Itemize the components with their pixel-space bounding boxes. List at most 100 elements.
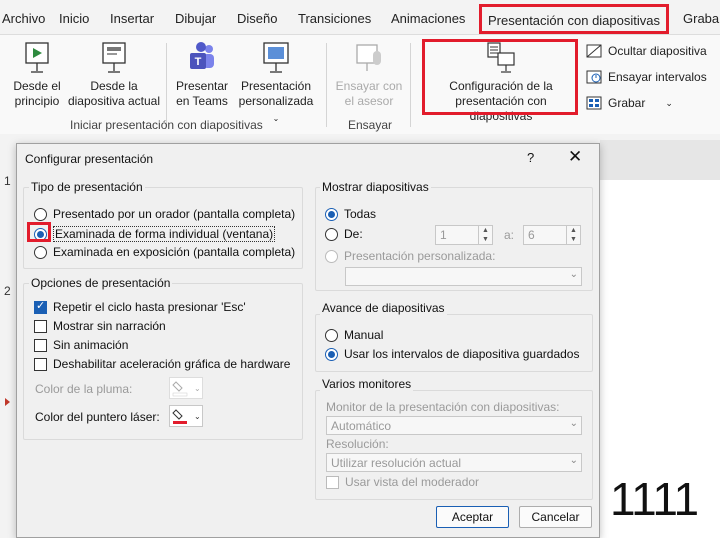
loop-checkbox[interactable]: Repetir el ciclo hasta presionar 'Esc' xyxy=(34,299,246,314)
type-kiosk-radio[interactable]: Examinada en exposición (pantalla comple… xyxy=(34,245,295,259)
tab-insertar[interactable]: Insertar xyxy=(110,11,154,26)
custom-show-label: Presentación personalizada: xyxy=(344,249,496,263)
no-animation-label: Sin animación xyxy=(53,338,129,352)
monitor-label: Monitor de la presentación con diapositi… xyxy=(326,400,560,414)
teams-label-1: Presentar xyxy=(175,79,229,93)
stepper-arrows-icon[interactable]: ▲ ▼ xyxy=(566,226,580,244)
hide-slide-icon xyxy=(586,44,602,58)
radio-icon xyxy=(325,328,338,342)
rehearse-timings-label: Ensayar intervalos xyxy=(608,70,707,84)
type-individual-radio[interactable]: Examinada de forma individual (ventana) xyxy=(34,226,276,242)
pen-color-icon: ⌄ xyxy=(172,381,201,397)
rehearse-coach-label-1: Ensayar con xyxy=(335,79,403,93)
help-button[interactable]: ? xyxy=(527,150,534,165)
ok-button[interactable]: Aceptar xyxy=(436,506,509,528)
custom-show-button[interactable]: Presentación personalizada ⌄ xyxy=(236,41,316,126)
powerpoint-window: Archivo Inicio Insertar Dibujar Diseño T… xyxy=(0,0,720,538)
tab-diseno[interactable]: Diseño xyxy=(237,11,277,26)
hide-slide-label: Ocultar diapositiva xyxy=(608,44,707,58)
radio-icon xyxy=(325,227,338,241)
teams-icon: T xyxy=(190,42,214,69)
dialog-title: Configurar presentación xyxy=(25,152,154,166)
type-kiosk-label: Examinada en exposición (pantalla comple… xyxy=(53,245,296,259)
pen-color-button[interactable]: ⌄ xyxy=(169,377,203,399)
from-slide-stepper[interactable]: 1 ▲ ▼ xyxy=(435,225,493,245)
hide-slide-button[interactable]: Ocultar diapositiva xyxy=(586,44,707,58)
radio-icon xyxy=(34,245,47,259)
from-slide-value: 1 xyxy=(440,228,447,242)
from-start-label-2: principio xyxy=(14,94,60,108)
group-label-rehearse: Ensayar xyxy=(348,118,393,132)
presenter-view-checkbox[interactable]: Usar vista del moderador xyxy=(326,475,479,489)
tab-transiciones[interactable]: Transiciones xyxy=(298,11,371,26)
rehearse-timings-icon xyxy=(586,70,602,84)
rehearse-with-coach-button[interactable]: Ensayar con el asesor xyxy=(332,41,406,109)
from-start-button[interactable]: Desde el principio xyxy=(8,41,66,109)
rehearse-timings-button[interactable]: Ensayar intervalos xyxy=(586,70,707,84)
custom-show-select[interactable]: ⌄ xyxy=(345,267,582,286)
thumbnail-number[interactable]: 1 xyxy=(4,174,11,188)
checkbox-icon xyxy=(34,338,47,352)
ribbon-separator xyxy=(326,43,327,127)
record-button[interactable]: Grabar ⌄ xyxy=(586,96,673,110)
from-start-label-1: Desde el xyxy=(13,79,61,93)
custom-show-label-1: Presentación xyxy=(240,79,312,93)
resolution-value: Utilizar resolución actual xyxy=(331,456,462,470)
resolution-label: Resolución: xyxy=(326,437,389,451)
play-from-start-icon xyxy=(25,42,49,73)
ribbon: Desde el principio Desde la diapositiva … xyxy=(0,34,720,134)
show-options-label: Opciones de presentación xyxy=(29,276,173,290)
monitor-select[interactable]: Automático ⌄ xyxy=(326,416,582,435)
chevron-down-icon: ⌄ xyxy=(569,269,578,280)
radio-icon xyxy=(34,207,47,221)
show-all-radio[interactable]: Todas xyxy=(325,207,376,221)
present-in-teams-button[interactable]: T Presentar en Teams xyxy=(172,41,232,109)
cancel-button[interactable]: Cancelar xyxy=(519,506,592,528)
thumbnail-pane: 1 2 xyxy=(0,140,16,538)
disable-hw-accel-label: Deshabilitar aceleración gráfica de hard… xyxy=(53,357,291,371)
advance-manual-label: Manual xyxy=(344,328,384,342)
type-speaker-radio[interactable]: Presentado por un orador (pantalla compl… xyxy=(34,207,295,221)
advance-manual-radio[interactable]: Manual xyxy=(325,328,383,342)
advance-slides-group xyxy=(315,314,593,372)
checkbox-icon xyxy=(326,475,339,489)
disable-hw-accel-checkbox[interactable]: Deshabilitar aceleración gráfica de hard… xyxy=(34,357,290,371)
current-slide-marker-icon xyxy=(5,398,10,406)
chevron-down-icon: ⌄ xyxy=(569,455,578,466)
slide-text[interactable]: 1111 xyxy=(610,472,699,526)
tab-dibujar[interactable]: Dibujar xyxy=(175,11,216,26)
radio-selected-icon xyxy=(325,347,338,361)
tab-animaciones[interactable]: Animaciones xyxy=(391,11,465,26)
tab-archivo[interactable]: Archivo xyxy=(2,11,45,26)
tab-inicio[interactable]: Inicio xyxy=(59,11,89,26)
ribbon-separator xyxy=(166,43,167,127)
to-slide-value: 6 xyxy=(528,228,535,242)
loop-label: Repetir el ciclo hasta presionar 'Esc' xyxy=(53,300,246,314)
to-label: a: xyxy=(504,228,515,242)
checkbox-checked-icon xyxy=(34,299,47,314)
to-slide-stepper[interactable]: 6 ▲ ▼ xyxy=(523,225,581,245)
tab-grabar[interactable]: Graba xyxy=(683,11,719,26)
resolution-select[interactable]: Utilizar resolución actual ⌄ xyxy=(326,453,582,472)
record-label: Grabar xyxy=(608,96,646,110)
laser-color-label: Color del puntero láser: xyxy=(35,410,160,424)
stepper-arrows-icon[interactable]: ▲ ▼ xyxy=(478,226,492,244)
from-current-button[interactable]: Desde la diapositiva actual xyxy=(66,41,162,109)
thumbnail-number[interactable]: 2 xyxy=(4,284,11,298)
no-narration-checkbox[interactable]: Mostrar sin narración xyxy=(34,319,166,333)
radio-icon xyxy=(325,249,338,263)
type-speaker-label: Presentado por un orador (pantalla compl… xyxy=(53,207,296,221)
close-button[interactable]: ✕ xyxy=(568,147,582,167)
record-icon xyxy=(586,96,602,110)
laser-color-button[interactable]: ⌄ xyxy=(169,405,203,427)
show-from-radio[interactable]: De: xyxy=(325,227,363,241)
advance-timings-radio[interactable]: Usar los intervalos de diapositiva guard… xyxy=(325,347,579,361)
chevron-down-icon: ⌄ xyxy=(272,114,280,123)
no-animation-checkbox[interactable]: Sin animación xyxy=(34,338,128,352)
type-individual-label: Examinada de forma individual (ventana) xyxy=(53,226,276,242)
show-from-label: De: xyxy=(344,227,363,241)
custom-show-radio[interactable]: Presentación personalizada: xyxy=(325,249,495,263)
no-narration-label: Mostrar sin narración xyxy=(53,319,166,333)
custom-show-label-2: personalizada xyxy=(238,94,314,108)
tab-presentacion[interactable]: Presentación con diapositivas xyxy=(479,4,669,34)
